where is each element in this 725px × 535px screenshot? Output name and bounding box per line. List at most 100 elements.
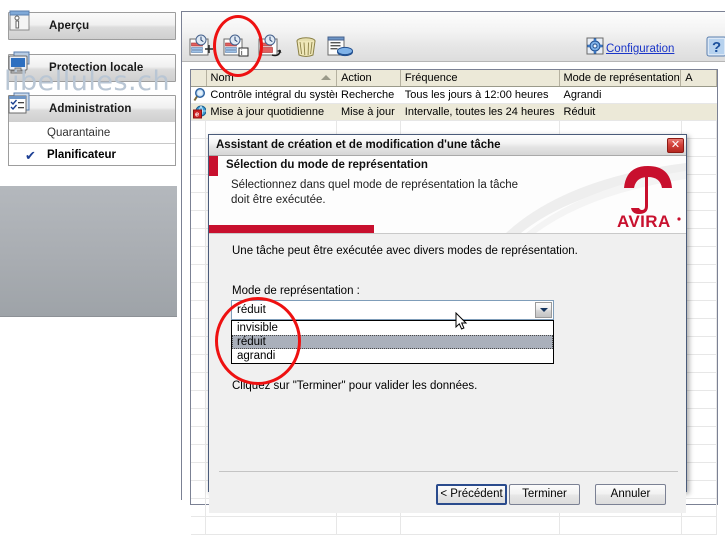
table-empty-cell	[191, 157, 207, 174]
sidebar: Aperçu Protection locale Administration …	[0, 0, 177, 186]
run-task-icon[interactable]	[325, 34, 355, 60]
back-button[interactable]: < Précédent	[436, 484, 507, 505]
svg-text:?: ?	[712, 39, 721, 56]
checkmark-icon: ✔	[25, 148, 36, 163]
footer-separator	[219, 471, 678, 472]
table-col-frequence[interactable]: Fréquence	[401, 70, 560, 86]
dialog-titlebar: Assistant de création et de modification…	[209, 135, 686, 156]
row-nom: Mise à jour quotidienne	[210, 106, 325, 118]
table-empty-cell	[191, 247, 207, 264]
table-col-action[interactable]: Action	[337, 70, 401, 86]
dialog-step-heading: Sélection du mode de représentation	[226, 159, 428, 171]
table-empty-cell	[191, 121, 207, 138]
delete-task-icon[interactable]	[292, 34, 322, 60]
sidebar-item-protection-locale[interactable]: Protection locale	[8, 51, 176, 82]
toolbar: i Configuration ?	[182, 12, 725, 62]
table-empty-cell	[191, 445, 207, 462]
sort-ascending-icon	[321, 75, 332, 80]
dialog-intro-text: Une tâche peut être exécutée avec divers…	[232, 245, 578, 257]
table-empty-row	[191, 517, 718, 535]
sidebar-subitem-label: Quarantaine	[47, 127, 111, 139]
overview-info-icon	[5, 7, 35, 35]
chevron-down-icon[interactable]	[535, 302, 552, 318]
update-globe-icon: e	[193, 104, 207, 120]
sidebar-subitem-label: Planificateur	[47, 148, 117, 161]
combo-option-invisible[interactable]: invisible	[232, 321, 553, 335]
dialog-banner: Sélection du mode de représentation Séle…	[209, 156, 686, 234]
task-properties-icon[interactable]: i	[222, 34, 252, 60]
dialog-footer: < Précédent Terminer Annuler	[209, 471, 686, 513]
table-col-nom[interactable]: Nom	[207, 70, 338, 86]
table-empty-cell	[191, 301, 207, 318]
sidebar-item-planificateur[interactable]: ✔ Planificateur	[8, 144, 176, 166]
table-empty-cell	[682, 517, 718, 534]
sidebar-item-label: Protection locale	[49, 62, 144, 74]
table-empty-cell	[191, 337, 207, 354]
combo-option-agrandi[interactable]: agrandi	[232, 349, 553, 363]
monitor-icon	[5, 49, 35, 77]
finish-button[interactable]: Terminer	[509, 484, 580, 505]
task-wizard-dialog: Assistant de création et de modification…	[208, 134, 687, 513]
table-empty-cell	[191, 499, 207, 516]
dialog-step-subtext: Sélectionnez dans quel mode de représent…	[231, 179, 519, 206]
table-empty-cell	[206, 517, 337, 534]
table-empty-cell	[191, 481, 207, 498]
avira-wordmark: AVIRA	[617, 212, 671, 230]
row-action: Recherche	[341, 89, 395, 101]
table-empty-cell	[191, 193, 207, 210]
new-task-icon[interactable]	[188, 34, 218, 60]
table-empty-cell	[191, 409, 207, 426]
row-mode: Réduit	[563, 106, 596, 118]
sidebar-item-quarantaine[interactable]: Quarantaine	[8, 122, 176, 144]
dialog-body: Une tâche peut être exécutée avec divers…	[209, 234, 686, 471]
table-empty-cell	[560, 517, 682, 534]
avira-umbrella-icon: AVIRA	[614, 158, 684, 231]
configuration-link[interactable]: Configuration	[606, 43, 674, 55]
mode-combo-value: réduit	[237, 304, 266, 316]
table-empty-cell	[191, 427, 207, 444]
close-icon[interactable]: ✕	[667, 137, 684, 153]
table-empty-cell	[191, 175, 207, 192]
table-empty-cell	[191, 373, 207, 390]
table-empty-cell	[682, 499, 718, 516]
table-empty-cell	[191, 463, 207, 480]
table-row[interactable]: Contrôle intégral du système Recherche T…	[191, 87, 717, 104]
mode-combo-dropdown-list[interactable]: invisible réduit agrandi	[231, 320, 554, 364]
row-mode: Agrandi	[563, 89, 602, 101]
row-action: Mise à jour	[341, 106, 395, 118]
mode-combo-label: Mode de représentation :	[232, 285, 360, 297]
table-row[interactable]: e Mise à jour quotidienne Mise à jour In…	[191, 104, 717, 121]
cancel-button[interactable]: Annuler	[595, 484, 666, 505]
sidebar-item-administration[interactable]: Administration	[8, 92, 176, 123]
dialog-title: Assistant de création et de modification…	[216, 139, 501, 151]
mode-combo-box[interactable]: réduit	[231, 300, 554, 320]
row-a	[681, 104, 717, 120]
row-icon-cell	[191, 87, 206, 103]
table-col-a[interactable]: A	[681, 70, 717, 86]
combo-option-reduit[interactable]: réduit	[232, 335, 553, 349]
table-col-mode[interactable]: Mode de représentation	[560, 70, 682, 86]
table-empty-cell	[191, 139, 207, 156]
table-col-nom-label: Nom	[210, 72, 234, 84]
sidebar-item-label: Aperçu	[49, 20, 90, 32]
modify-task-icon[interactable]	[257, 34, 287, 60]
table-empty-cell	[191, 517, 207, 534]
table-empty-cell	[191, 319, 207, 336]
table-empty-cell	[191, 211, 207, 228]
application-window: Aperçu Protection locale Administration …	[0, 0, 725, 535]
row-frequence: Intervalle, toutes les 24 heures	[404, 106, 555, 118]
sidebar-lower-filler	[0, 317, 177, 500]
sidebar-item-apercu[interactable]: Aperçu	[8, 10, 176, 40]
table-empty-cell	[401, 517, 560, 534]
row-frequence: Tous les jours à 12:00 heures	[404, 89, 549, 101]
svg-text:e: e	[195, 110, 199, 119]
table-empty-cell	[191, 229, 207, 246]
table-empty-cell	[191, 265, 207, 282]
table-header-row: Nom Action Fréquence Mode de représentat…	[191, 70, 717, 87]
dialog-hint-text: Cliquez sur "Terminer" pour valider les …	[232, 380, 478, 392]
help-question-icon[interactable]: ?	[706, 36, 725, 57]
table-col-icon[interactable]	[191, 70, 207, 86]
table-empty-cell	[337, 517, 401, 534]
gear-icon[interactable]	[586, 37, 605, 56]
magnifier-icon	[193, 87, 206, 103]
